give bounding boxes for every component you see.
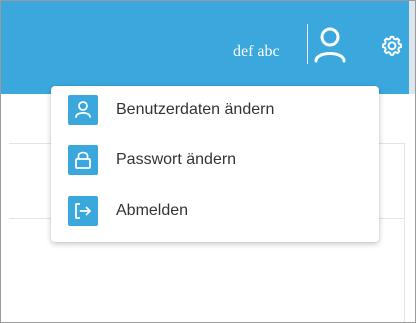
- menu-item-edit-user-data[interactable]: Benutzerdaten ändern: [51, 87, 379, 133]
- user-dropdown-menu: Benutzerdaten ändern Passwort ändern Abm…: [51, 86, 379, 242]
- menu-item-label: Abmelden: [116, 202, 189, 219]
- menu-item-logout[interactable]: Abmelden: [51, 188, 379, 234]
- header-divider: [307, 24, 308, 64]
- user-icon: [314, 27, 346, 63]
- user-menu-button[interactable]: [312, 25, 348, 65]
- logout-icon: [75, 203, 91, 219]
- settings-button[interactable]: [379, 33, 405, 59]
- lock-icon: [75, 151, 91, 169]
- top-bar: def abc: [1, 1, 415, 94]
- gear-icon: [382, 35, 402, 56]
- header-edge: [409, 1, 415, 94]
- user-icon: [75, 101, 91, 118]
- menu-icon-tile: [68, 95, 98, 125]
- content-border: [404, 144, 405, 322]
- menu-icon-tile: [68, 145, 98, 175]
- menu-icon-tile: [68, 196, 98, 226]
- menu-item-change-password[interactable]: Passwort ändern: [51, 137, 379, 183]
- menu-item-label: Benutzerdaten ändern: [116, 101, 275, 118]
- app-window: def abc Benutzerdaten ändern Passwort än…: [0, 0, 416, 323]
- username-label: def abc: [233, 43, 280, 60]
- menu-item-label: Passwort ändern: [116, 151, 237, 168]
